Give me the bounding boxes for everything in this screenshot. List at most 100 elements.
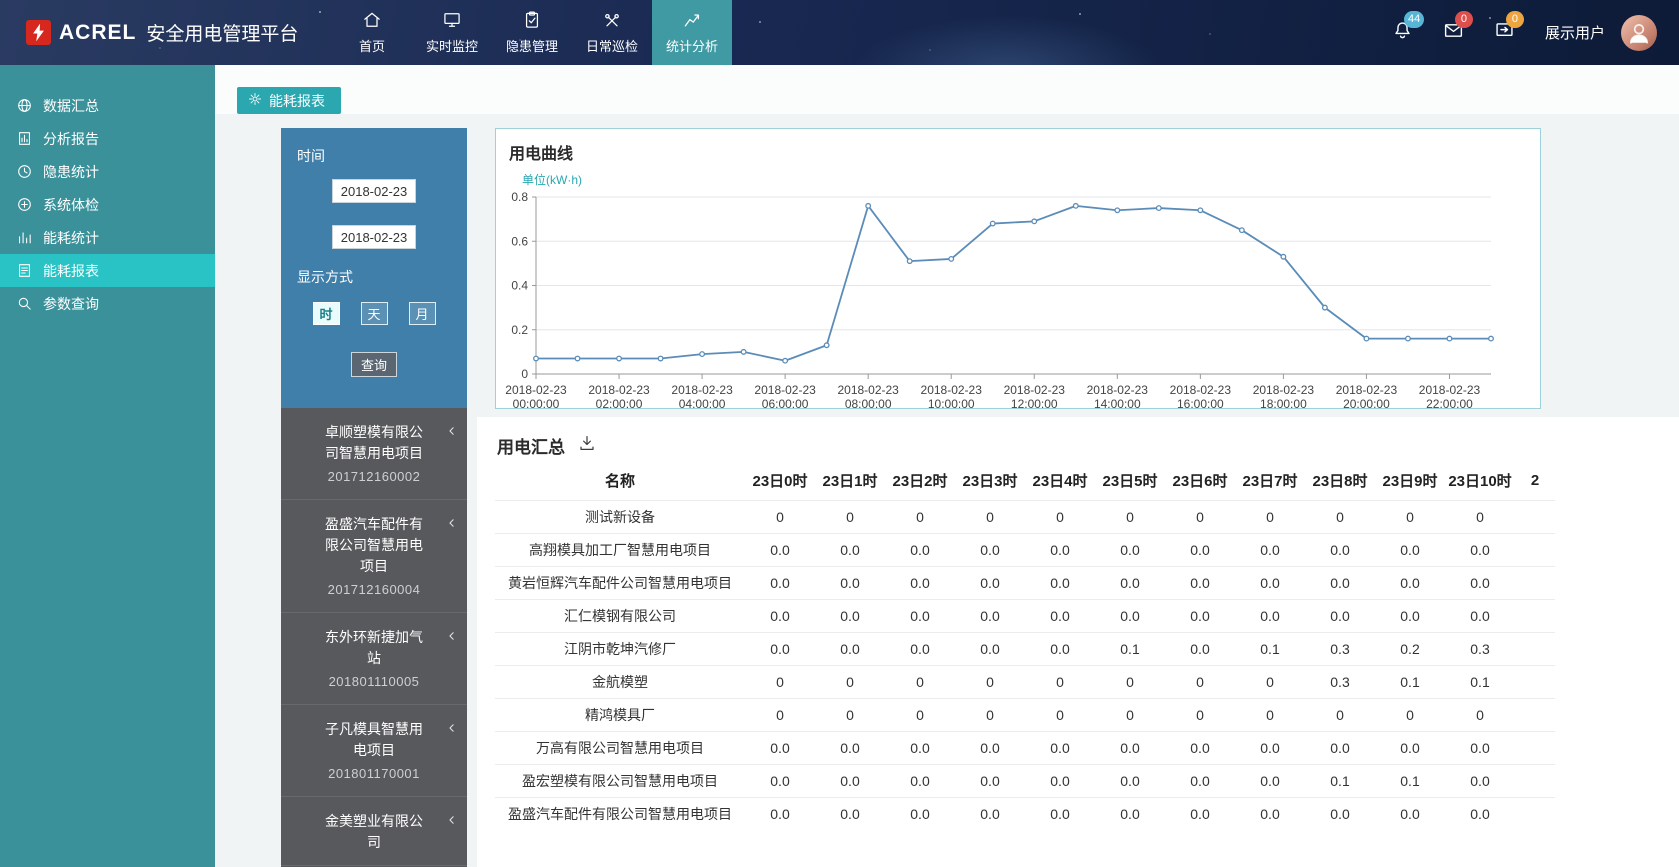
svg-text:04:00:00: 04:00:00 [679, 397, 726, 411]
messages-button[interactable]: 0 [1443, 10, 1473, 46]
monitor-icon [444, 13, 460, 27]
row-value: 0.0 [815, 631, 885, 665]
project-list-item[interactable]: 盈盛汽车配件有限公司智慧用电项目 201712160004 [281, 500, 467, 613]
nav-item-hazard-management[interactable]: 隐患管理 [492, 0, 572, 65]
row-value: 0.0 [1025, 763, 1095, 797]
project-code: 201801170001 [328, 766, 420, 781]
table-row: 盈宏塑模有限公司智慧用电项目 0.0 0.0 0.0 0.0 0.0 0.0 0.0 0.0 0.… [495, 763, 1555, 797]
row-value: 0.0 [1445, 796, 1515, 830]
sidebar-item-hazard-statistics[interactable]: 隐患统计 [0, 155, 215, 188]
mode-button-hour[interactable]: 时 [312, 302, 340, 325]
row-value: 0 [1445, 499, 1515, 533]
summary-title: 用电汇总 [497, 438, 565, 457]
nav-label: 隐患管理 [505, 39, 558, 54]
notifications-bell-button[interactable]: 44 [1392, 10, 1425, 46]
screen-button[interactable]: 0 [1494, 10, 1524, 46]
download-icon [578, 434, 596, 457]
collapse-chevron[interactable] [445, 721, 459, 735]
column-header: 名称 [604, 473, 635, 491]
row-value: 0.0 [1235, 532, 1305, 566]
query-button[interactable]: 查询 [351, 352, 397, 377]
mode-button-day[interactable]: 天 [360, 302, 388, 325]
collapse-chevron[interactable] [445, 424, 459, 438]
row-value: 0.0 [815, 598, 885, 632]
row-value [1515, 598, 1555, 632]
row-value: 0 [745, 664, 815, 698]
project-list-item[interactable]: 卓顺塑模有限公司智慧用电项目 201712160002 [281, 408, 467, 500]
sidebar-item-parameter-query[interactable]: 参数查询 [0, 287, 215, 320]
row-value [1515, 796, 1555, 830]
row-value: 0.0 [1025, 730, 1095, 764]
nav-label: 统计分析 [665, 39, 718, 54]
project-list-item[interactable]: 金美塑业有限公司 [281, 797, 467, 866]
download-button[interactable] [578, 434, 596, 457]
chevleft-icon [449, 427, 454, 435]
row-value: 0 [885, 697, 955, 731]
row-value: 0.0 [1375, 730, 1445, 764]
svg-text:2018-02-23: 2018-02-23 [921, 383, 983, 397]
app-title: 安全用电管理平台 [146, 24, 299, 45]
row-value: 0.0 [1095, 796, 1165, 830]
project-list-item[interactable]: 子凡模具智慧用电项目 201801170001 [281, 705, 467, 797]
collapse-chevron[interactable] [445, 813, 459, 827]
nav-item-realtime-monitor[interactable]: 实时监控 [412, 0, 492, 65]
project-list-item[interactable]: 东外环新捷加气站 201801110005 [281, 613, 467, 705]
row-value: 0 [955, 499, 1025, 533]
sidebar-item-label: 数据汇总 [43, 97, 99, 114]
row-value: 0.0 [1095, 598, 1165, 632]
row-value [1515, 631, 1555, 665]
row-value: 0.3 [1305, 631, 1375, 665]
row-value: 0 [745, 697, 815, 731]
row-value: 0 [1305, 697, 1375, 731]
svg-text:0: 0 [521, 367, 528, 381]
row-value: 0.0 [1025, 796, 1095, 830]
row-name: 江阴市乾坤汽修厂 [495, 631, 745, 665]
collapse-chevron[interactable] [445, 629, 459, 643]
date-to-input[interactable] [332, 225, 416, 249]
project-name: 盈盛汽车配件有限公司智慧用电项目 [325, 516, 423, 574]
row-value: 0.0 [885, 532, 955, 566]
search-icon [18, 297, 31, 310]
sidebar-item-energy-statistics[interactable]: 能耗统计 [0, 221, 215, 254]
brand: ACREL 安全用电管理平台 [0, 0, 332, 65]
project-code: 201801110005 [328, 674, 420, 689]
nav-item-home[interactable]: 首页 [332, 0, 412, 65]
row-value: 0.0 [1305, 598, 1375, 632]
user-avatar[interactable] [1621, 14, 1657, 51]
row-value: 0.0 [955, 796, 1025, 830]
row-value: 0.0 [1375, 565, 1445, 599]
row-value: 0.0 [1095, 730, 1165, 764]
mode-buttons: 时天月 [281, 302, 467, 325]
sidebar-item-label: 分析报告 [43, 130, 99, 147]
tab-energy-report[interactable]: 能耗报表 [237, 87, 341, 114]
row-value: 0.0 [885, 730, 955, 764]
column-header: 23日9时 [1382, 473, 1438, 491]
collapse-chevron[interactable] [445, 516, 459, 530]
row-value: 0.1 [1235, 631, 1305, 665]
row-value: 0.0 [955, 598, 1025, 632]
brand-name: ACREL [59, 20, 137, 44]
sidebar-item-energy-report[interactable]: 能耗报表 [0, 254, 215, 287]
gear-icon [248, 92, 262, 106]
date-from-input[interactable] [332, 179, 416, 203]
row-value: 0.0 [1305, 565, 1375, 599]
row-value: 0 [1165, 697, 1235, 731]
sidebar-item-analysis-report[interactable]: 分析报告 [0, 122, 215, 155]
row-value: 0.0 [815, 763, 885, 797]
column-header: 23日2时 [892, 473, 948, 491]
sidebar-item-data-summary[interactable]: 数据汇总 [0, 89, 215, 122]
bell-count-badge: 44 [1403, 10, 1425, 28]
chevleft-icon [449, 816, 454, 824]
column-header: 23日0时 [752, 473, 808, 491]
row-value: 0 [1375, 697, 1445, 731]
project-code: 201712160004 [327, 582, 421, 597]
mode-button-month[interactable]: 月 [408, 302, 436, 325]
sidebar-item-system-checkup[interactable]: 系统体检 [0, 188, 215, 221]
nav-item-daily-inspection[interactable]: 日常巡检 [572, 0, 652, 65]
row-name: 黄岩恒辉汽车配件公司智慧用电项目 [495, 565, 745, 599]
row-value: 0.0 [1445, 565, 1515, 599]
row-value: 0 [1095, 697, 1165, 731]
sidebar-item-label: 系统体检 [43, 196, 99, 213]
summary-header: 用电汇总 [497, 433, 596, 458]
nav-item-statistics-analysis[interactable]: 统计分析 [652, 0, 732, 65]
